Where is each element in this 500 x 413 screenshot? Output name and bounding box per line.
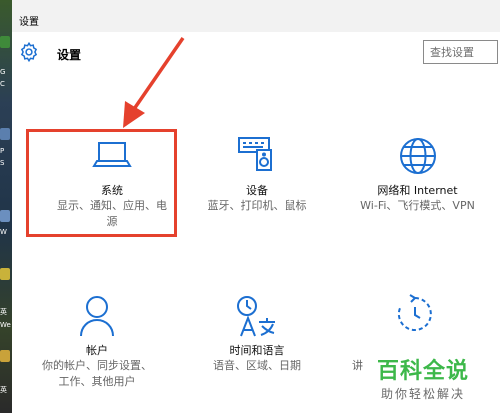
desktop-icon-label: P [0, 147, 5, 155]
tile-devices[interactable]: 设备 蓝牙、打印机、鼠标 [192, 130, 322, 240]
desktop-icon-label: We [0, 321, 11, 329]
tile-accounts[interactable]: 帐户 你的帐户、同步设置、 工作、其他用户 [32, 290, 162, 400]
time-language-icon [237, 296, 275, 337]
desktop-icon[interactable] [0, 210, 10, 222]
desktop-icon-label: S [0, 159, 5, 167]
watermark-title: 百科全说 [377, 359, 470, 384]
annotation-highlight-box [26, 129, 177, 237]
person-icon [80, 296, 114, 337]
desktop-icon-label: C [0, 80, 5, 88]
desktop-background: G C P S W 英 We 英 [0, 0, 12, 413]
tile-time-language[interactable]: 时间和语言 语音、区域、日期 [192, 290, 322, 400]
tile-description: 语音、区域、日期 [213, 359, 301, 372]
title-bar[interactable]: 设置 [12, 0, 500, 32]
gear-icon [20, 41, 38, 63]
tile-description: 蓝牙、打印机、鼠标 [207, 199, 307, 212]
tile-description: 你的帐户、同步设置、 [42, 359, 152, 372]
desktop-icon-label: G [0, 68, 6, 76]
window-title: 设置 [19, 17, 39, 28]
watermark: 百科全说 助你轻松解决 [369, 349, 500, 413]
desktop-icon-label: 英 [0, 386, 7, 394]
desktop-icon[interactable] [0, 128, 10, 140]
watermark-subtitle: 助你轻松解决 [381, 387, 466, 401]
tile-description: 讲 [352, 359, 363, 372]
tile-title: 时间和语言 [229, 344, 285, 357]
devices-icon [238, 137, 272, 171]
update-icon [397, 294, 432, 331]
tile-title: 网络和 Internet [377, 184, 458, 197]
search-input[interactable] [423, 40, 498, 64]
desktop-icon-label: W [0, 228, 7, 236]
desktop-icon[interactable] [0, 350, 10, 362]
page-heading: 设置 [57, 48, 82, 62]
globe-icon [399, 138, 436, 174]
tile-network[interactable]: 网络和 Internet Wi-Fi、飞行模式、VPN [340, 130, 495, 240]
tile-title: 帐户 [86, 344, 108, 357]
tile-description: 工作、其他用户 [58, 375, 136, 388]
desktop-icon[interactable] [0, 36, 10, 48]
desktop-icon-label: 英 [0, 308, 7, 316]
tile-description: Wi-Fi、飞行模式、VPN [360, 199, 475, 212]
tile-title: 设备 [246, 184, 268, 197]
desktop-icon[interactable] [0, 268, 10, 280]
